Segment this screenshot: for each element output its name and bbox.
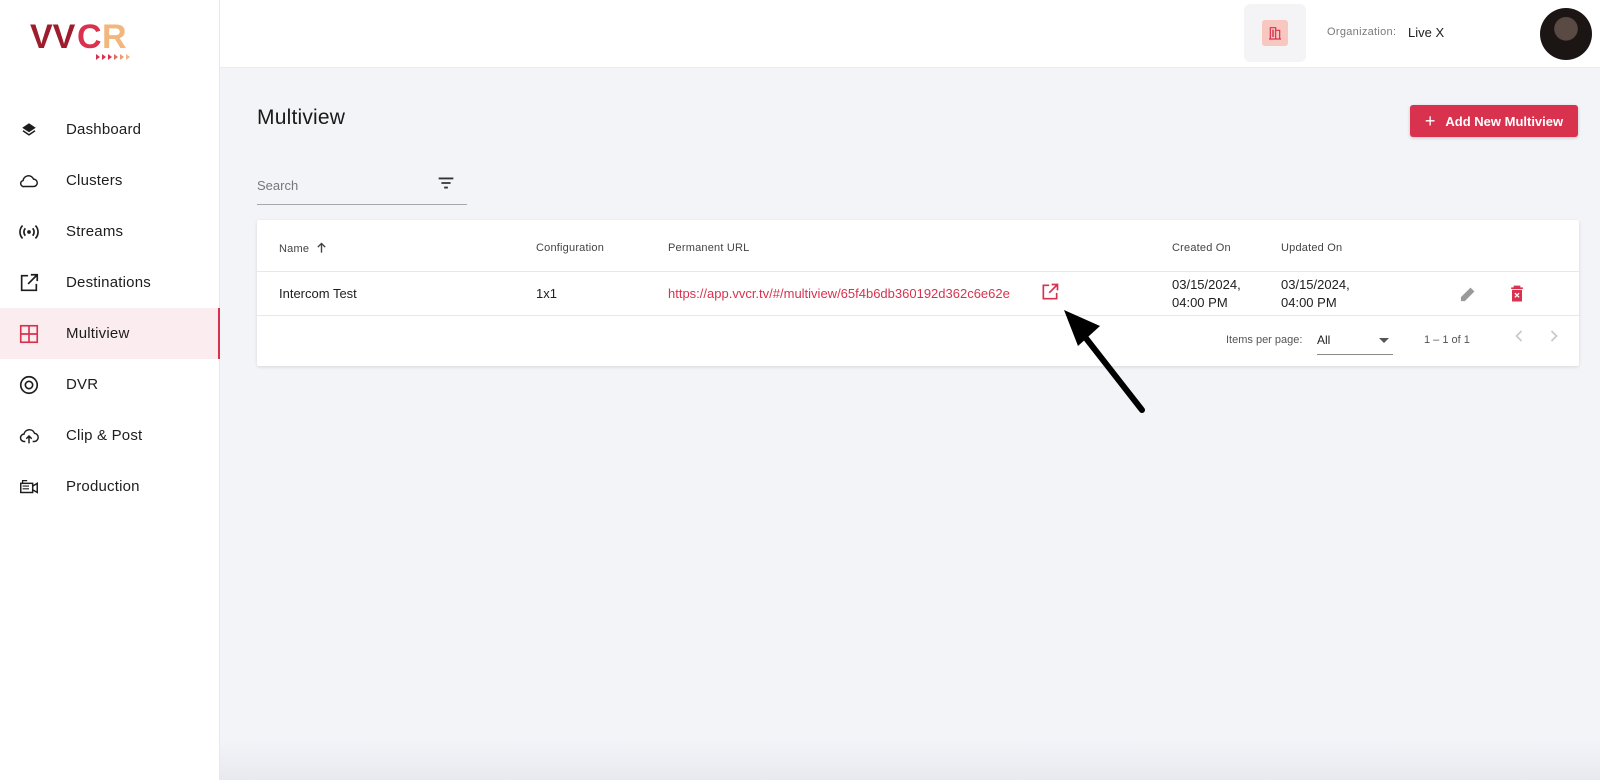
sidebar-item-clusters[interactable]: Clusters (0, 155, 220, 206)
video-camera-icon (18, 476, 40, 498)
column-header-name[interactable]: Name (279, 242, 327, 257)
filter-icon[interactable] (435, 172, 457, 194)
header-divider (257, 271, 1579, 272)
column-header-created-on[interactable]: Created On (1172, 242, 1231, 254)
column-header-permanent-url[interactable]: Permanent URL (668, 242, 749, 254)
organization-label: Organization: (1327, 26, 1397, 38)
open-in-new-icon[interactable] (1040, 282, 1060, 302)
plus-icon: + (1424, 111, 1436, 131)
column-header-label: Name (279, 243, 310, 255)
sidebar-item-label: Clip & Post (66, 427, 143, 444)
annotation-arrow (1064, 310, 1145, 413)
created-date: 03/15/2024, (1172, 277, 1241, 292)
updated-date: 03/15/2024, (1281, 277, 1350, 292)
sidebar-item-label: Multiview (66, 325, 130, 342)
cell-configuration: 1x1 (536, 286, 557, 301)
sidebar-item-label: Streams (66, 223, 124, 240)
sidebar-item-label: Dashboard (66, 121, 142, 138)
page-title: Multiview (257, 106, 346, 129)
svg-text:R: R (102, 18, 127, 56)
svg-text:VV: VV (30, 18, 76, 56)
items-per-page-label: Items per page: (1226, 334, 1303, 346)
sidebar-item-production[interactable]: Production (0, 461, 220, 512)
permanent-url-link[interactable]: https://app.vvcr.tv/#/multiview/65f4b6db… (668, 286, 1010, 301)
column-header-updated-on[interactable]: Updated On (1281, 242, 1342, 254)
created-time: 04:00 PM (1172, 295, 1228, 310)
external-link-icon (18, 272, 40, 294)
column-header-configuration[interactable]: Configuration (536, 242, 604, 254)
organization-name: Live X (1408, 25, 1445, 40)
cell-updated-on: 03/15/2024, 04:00 PM (1281, 276, 1350, 312)
dropdown-caret-icon (1379, 338, 1389, 343)
cloud-icon (18, 170, 40, 192)
sidebar-item-label: DVR (66, 376, 99, 393)
next-page-button[interactable] (1544, 326, 1564, 346)
search-field (257, 164, 467, 205)
sort-ascending-icon (316, 242, 327, 257)
multiview-table: Name Configuration Permanent URL Created… (257, 220, 1579, 366)
add-button-label: Add New Multiview (1445, 113, 1564, 129)
add-new-multiview-button[interactable]: + Add New Multiview (1410, 105, 1578, 137)
sidebar-item-clip-post[interactable]: Clip & Post (0, 410, 220, 461)
previous-page-button[interactable] (1509, 326, 1529, 346)
pagination-range: 1 – 1 of 1 (1424, 334, 1470, 346)
user-avatar[interactable] (1540, 8, 1592, 60)
cloud-upload-icon (18, 425, 40, 447)
updated-time: 04:00 PM (1281, 295, 1337, 310)
sidebar-item-label: Clusters (66, 172, 123, 189)
sidebar-item-destinations[interactable]: Destinations (0, 257, 220, 308)
organization-switch-button[interactable] (1244, 4, 1306, 62)
sidebar: VV C R Dashboard Clusters Streams Destin… (0, 0, 220, 780)
sidebar-item-multiview[interactable]: Multiview (0, 308, 220, 359)
cell-name: Intercom Test (279, 286, 357, 301)
edit-pencil-icon[interactable] (1458, 284, 1478, 304)
items-per-page-value: All (1317, 333, 1331, 347)
building-icon (1262, 20, 1288, 46)
sidebar-item-dashboard[interactable]: Dashboard (0, 104, 220, 155)
layers-icon (18, 119, 40, 141)
disc-icon (18, 374, 40, 396)
items-per-page-select[interactable]: All (1317, 328, 1393, 355)
sidebar-item-label: Destinations (66, 274, 151, 291)
broadcast-icon (18, 221, 40, 243)
sidebar-item-label: Production (66, 478, 140, 495)
search-input[interactable] (257, 174, 427, 196)
row-divider (257, 315, 1579, 316)
delete-icon[interactable] (1507, 284, 1527, 304)
bottom-shade (220, 740, 1600, 780)
svg-text:C: C (77, 18, 102, 56)
sidebar-nav: Dashboard Clusters Streams Destinations … (0, 104, 220, 512)
grid-icon (18, 323, 40, 345)
sidebar-item-dvr[interactable]: DVR (0, 359, 220, 410)
top-bar: Organization: Live X (220, 0, 1600, 68)
cell-created-on: 03/15/2024, 04:00 PM (1172, 276, 1241, 312)
sidebar-item-streams[interactable]: Streams (0, 206, 220, 257)
vvcr-logo[interactable]: VV C R (30, 16, 140, 66)
